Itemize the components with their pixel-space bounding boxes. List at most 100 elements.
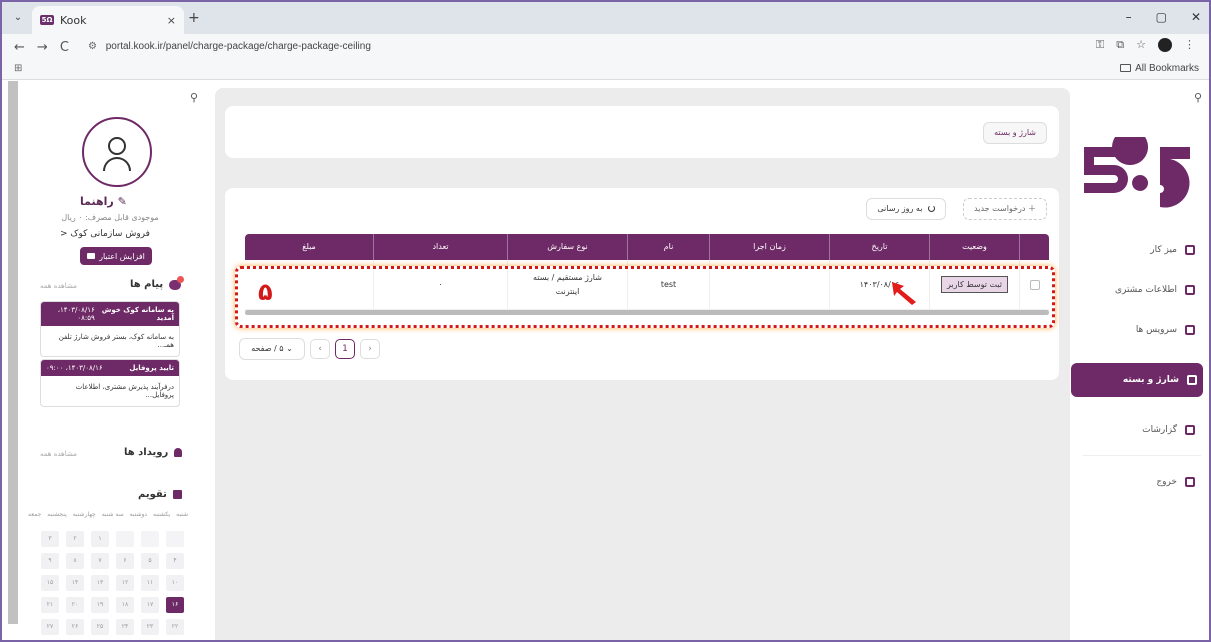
browser-window: ⌄ 5Ω Kook × + – ▢ ✕ ← → C ⚙ portal.kook.… — [0, 0, 1211, 642]
calendar-day[interactable]: ۲۴ — [116, 619, 134, 635]
calendar-day[interactable]: ۲ — [66, 531, 84, 547]
message-card[interactable]: تایید پروفایل ۱۴۰۳/۰۸/۱۶، ۰۹:۰۰ درفرآیند… — [40, 359, 180, 407]
message-time: ۱۴۰۳/۰۸/۱۶، ۰۸:۵۹ — [57, 306, 95, 322]
calendar-day[interactable]: ۸ — [66, 553, 84, 569]
calendar-day[interactable]: ۳ — [41, 531, 59, 547]
calendar-day[interactable]: ۱۱ — [141, 575, 159, 591]
column-amount: مبلغ — [302, 242, 316, 251]
increase-credit-button[interactable]: افزایش اعتبار — [80, 247, 152, 265]
back-button[interactable]: ← — [14, 40, 25, 55]
message-title: تایید پروفایل — [129, 364, 174, 372]
close-tab-icon[interactable]: × — [167, 14, 176, 27]
minimize-button[interactable]: – — [1126, 10, 1132, 24]
column-order-type: نوع سفارش — [507, 234, 627, 260]
calendar-day[interactable]: ۲۵ — [91, 619, 109, 635]
calendar-day[interactable]: ۹ — [41, 553, 59, 569]
browser-menu-icon[interactable]: ⋮ — [1184, 38, 1195, 52]
events-see-all-link[interactable]: مشاهده همه — [40, 450, 77, 458]
pin-icon[interactable]: ⚲ — [1194, 91, 1202, 104]
message-card[interactable]: به سامانه کوک خوش آمدید ۱۴۰۳/۰۸/۱۶، ۰۸:۵… — [40, 301, 180, 357]
calendar-day[interactable]: ۱۸ — [116, 597, 134, 613]
chat-icon — [169, 275, 185, 290]
nav-logout[interactable]: خروج — [1081, 465, 1201, 499]
refresh-icon — [928, 205, 935, 212]
calendar-day[interactable]: ۱۵ — [41, 575, 59, 591]
nav-customer-info[interactable]: اطلاعات مشتری — [1081, 273, 1201, 307]
calendar-day — [166, 531, 184, 547]
nav-charge-package[interactable]: شارژ و بسته — [1071, 363, 1203, 397]
close-window-button[interactable]: ✕ — [1191, 10, 1201, 24]
forward-button[interactable]: → — [37, 40, 48, 55]
message-body: به سامانه کوک، بستر فروش شارژ تلفن همـ..… — [58, 333, 174, 349]
calendar-day[interactable]: ۲۰ — [66, 597, 84, 613]
events-title: رویداد ها — [124, 447, 183, 458]
weekday-label: چهارشنبه — [72, 511, 96, 518]
calendar-day[interactable]: ۲۶ — [66, 619, 84, 635]
calendar-day[interactable]: ۱۷ — [141, 597, 159, 613]
all-bookmarks-button[interactable]: All Bookmarks — [1120, 63, 1199, 74]
calendar-day[interactable]: ۱۹ — [91, 597, 109, 613]
profile-avatar[interactable] — [1158, 38, 1172, 52]
left-scrollbar[interactable] — [8, 81, 18, 624]
calendar-day[interactable]: ۱۰ — [166, 575, 184, 591]
calendar-day[interactable]: ۱۴ — [66, 575, 84, 591]
maximize-button[interactable]: ▢ — [1156, 10, 1167, 24]
nav-reports[interactable]: گزارشات — [1081, 413, 1201, 447]
calendar-day[interactable]: ۵ — [141, 553, 159, 569]
calendar-day — [116, 531, 134, 547]
password-key-icon[interactable]: ⚿ — [1096, 38, 1104, 52]
page-1-button[interactable]: 1 — [335, 339, 355, 359]
window-controls: – ▢ ✕ — [1126, 10, 1201, 24]
apps-grid-icon[interactable]: ⊞ — [14, 63, 22, 74]
calendar-day[interactable]: ۱۳ — [91, 575, 109, 591]
left-sidebar: ⚲ ✎ راهنما موجودی قابل مصرف: ۰ ریال فروش… — [20, 81, 202, 640]
user-name: ✎ راهنما — [80, 195, 127, 208]
nav-dashboard[interactable]: میز کار — [1081, 233, 1201, 267]
breadcrumb[interactable]: شارژ و بسته — [983, 122, 1047, 144]
chevron-left-icon: < — [60, 229, 68, 239]
logout-icon — [1185, 477, 1195, 487]
weekday-label: جمعه — [28, 511, 42, 518]
url-field[interactable]: ⚙ portal.kook.ir/panel/charge-package/ch… — [88, 38, 1088, 56]
guide-user-icon: ✎ — [117, 195, 127, 208]
tab-bar: ⌄ 5Ω Kook × + – ▢ ✕ — [2, 2, 1209, 34]
page-size-select[interactable]: ⌄ ۵ / صفحه — [239, 338, 305, 360]
column-date: تاریخ — [829, 234, 929, 260]
messages-see-all-link[interactable]: مشاهده همه — [40, 282, 77, 290]
pin-icon[interactable]: ⚲ — [190, 91, 198, 104]
kook-favicon-icon: 5Ω — [40, 15, 54, 25]
calendar-day[interactable]: ۱۲ — [116, 575, 134, 591]
bookmarks-bar: ⊞ All Bookmarks — [2, 60, 1209, 80]
weekday-label: پنجشنبه — [47, 511, 67, 518]
bell-icon — [174, 448, 183, 457]
nav-services[interactable]: سرویس ها — [1081, 313, 1201, 347]
calendar-day[interactable]: ۷ — [91, 553, 109, 569]
calendar-icon — [172, 490, 182, 499]
calendar-day[interactable]: ۲۱ — [41, 597, 59, 613]
install-app-icon[interactable]: ⧉ — [1116, 38, 1124, 52]
reload-button[interactable]: C — [60, 40, 69, 55]
browser-tab[interactable]: 5Ω Kook × — [32, 6, 184, 34]
calendar-day[interactable]: ۲۷ — [41, 619, 59, 635]
message-time: ۱۴۰۳/۰۸/۱۶، ۰۹:۰۰ — [46, 364, 103, 372]
refresh-button[interactable]: به روز رسانی — [866, 198, 946, 220]
site-settings-icon[interactable]: ⚙ — [88, 41, 97, 52]
calendar-day[interactable]: ۶ — [116, 553, 134, 569]
calendar-day[interactable]: ۲۳ — [141, 619, 159, 635]
tab-search-icon[interactable]: ⌄ — [10, 10, 26, 26]
weekday-label: دوشنبه — [129, 511, 148, 518]
new-request-button[interactable]: ＋ درخواست جدید — [963, 198, 1047, 220]
url-text: portal.kook.ir/panel/charge-package/char… — [105, 41, 371, 52]
calendar-weekdays: شنبه یکشنبه دوشنبه سه شنبه چهارشنبه پنجشنبه جم… — [28, 511, 188, 518]
bookmark-star-icon[interactable]: ☆ — [1136, 38, 1146, 52]
calendar-day[interactable]: ۲۲ — [166, 619, 184, 635]
kook-sale-link[interactable]: فروش سازمانی کوک < — [60, 229, 150, 239]
prev-page-button[interactable]: ‹ — [310, 339, 330, 359]
new-tab-button[interactable]: + — [188, 10, 200, 26]
calendar-day[interactable]: ۴ — [166, 553, 184, 569]
calendar-day[interactable]: ۱۶ — [166, 597, 184, 613]
next-page-button[interactable]: › — [360, 339, 380, 359]
calendar-day[interactable]: ۱ — [91, 531, 109, 547]
column-name: نام — [627, 234, 709, 260]
weekday-label: یکشنبه — [153, 511, 171, 518]
